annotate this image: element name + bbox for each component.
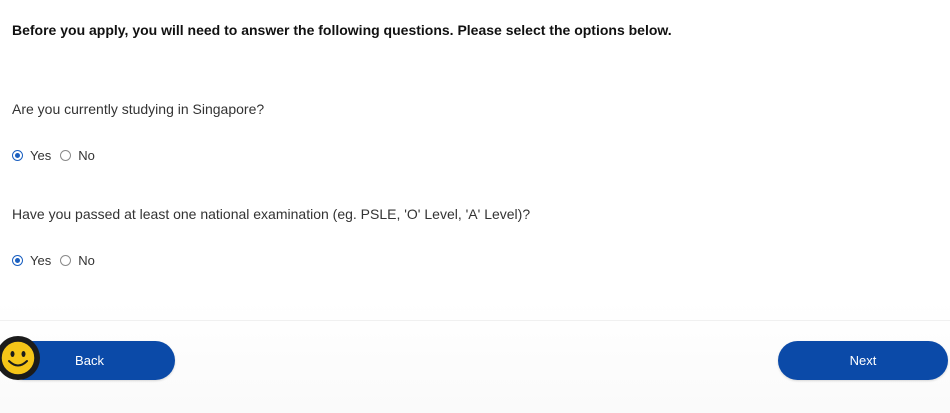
radio-option-no[interactable]: No: [60, 253, 95, 268]
smiley-face-icon: [0, 340, 36, 376]
question-national-examination: Have you passed at least one national ex…: [12, 206, 531, 222]
radio-label-no: No: [78, 148, 95, 163]
radio-group-national-examination: Yes No: [12, 253, 104, 268]
intro-text: Before you apply, you will need to answe…: [12, 22, 672, 38]
radio-option-yes[interactable]: Yes: [12, 148, 51, 163]
radio-no[interactable]: [60, 255, 72, 266]
radio-yes-selected[interactable]: [12, 150, 23, 161]
feedback-widget[interactable]: [0, 336, 40, 380]
question-studying-in-singapore: Are you currently studying in Singapore?: [12, 101, 265, 117]
radio-label-yes: Yes: [30, 148, 52, 163]
footer-divider: [0, 320, 950, 321]
radio-group-studying-in-singapore: Yes No: [12, 148, 104, 163]
radio-no[interactable]: [60, 150, 72, 161]
radio-option-no[interactable]: No: [60, 148, 95, 163]
radio-yes-selected[interactable]: [12, 255, 23, 266]
next-button[interactable]: Next: [778, 341, 948, 380]
radio-option-yes[interactable]: Yes: [12, 253, 51, 268]
radio-label-yes: Yes: [30, 253, 52, 268]
radio-label-no: No: [78, 253, 95, 268]
eligibility-page: Before you apply, you will need to answe…: [0, 0, 950, 413]
